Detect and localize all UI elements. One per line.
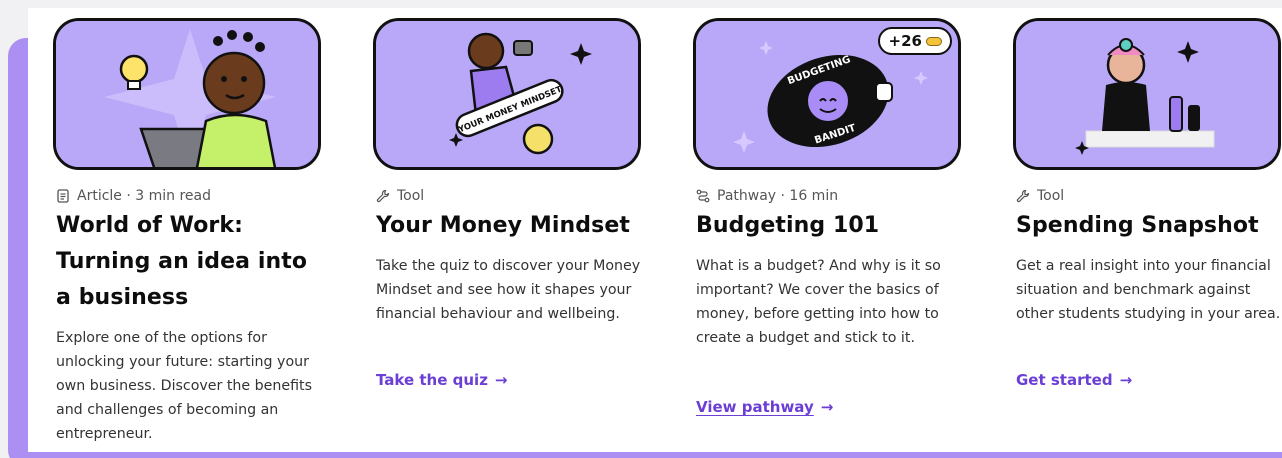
card-title[interactable]: World of Work: Turning an idea into a bu… bbox=[56, 208, 326, 316]
spending-snapshot-illustration bbox=[1016, 21, 1278, 167]
points-badge: +26 bbox=[877, 27, 952, 55]
card-image[interactable] bbox=[53, 18, 321, 170]
wrench-icon bbox=[376, 189, 390, 203]
card-title[interactable]: Spending Snapshot bbox=[1016, 208, 1282, 244]
get-started-link[interactable]: Get started → bbox=[1016, 371, 1132, 389]
card-title[interactable]: Your Money Mindset bbox=[376, 208, 646, 244]
entrepreneur-illustration bbox=[56, 21, 318, 167]
card-description: Explore one of the options for unlocking… bbox=[56, 330, 312, 442]
pathway-icon bbox=[696, 189, 710, 203]
points-badge-text: +26 bbox=[888, 32, 922, 50]
card-meta-text: Tool bbox=[397, 188, 425, 204]
cta-label: View pathway bbox=[696, 398, 814, 416]
card-description: Take the quiz to discover your Money Min… bbox=[376, 258, 641, 322]
card-meta-text: Tool bbox=[1037, 188, 1065, 204]
card-image[interactable] bbox=[1013, 18, 1281, 170]
arrow-right-icon: → bbox=[494, 371, 508, 389]
card-meta-text: Article · 3 min read bbox=[77, 188, 211, 204]
card-meta: Tool bbox=[376, 188, 424, 204]
take-quiz-link[interactable]: Take the quiz → bbox=[376, 371, 508, 389]
wrench-icon bbox=[1016, 189, 1030, 203]
cards-container: Article · 3 min read World of Work: Turn… bbox=[28, 8, 1282, 452]
money-mindset-illustration: YOUR MONEY MINDSET bbox=[376, 21, 638, 167]
card-meta: Article · 3 min read bbox=[56, 188, 211, 204]
view-pathway-link[interactable]: View pathway → bbox=[696, 398, 833, 416]
card-image[interactable]: YOUR MONEY MINDSET bbox=[373, 18, 641, 170]
document-icon bbox=[57, 189, 69, 203]
card-meta: Tool bbox=[1016, 188, 1064, 204]
coin-icon bbox=[926, 36, 942, 46]
card-description: Get a real insight into your financial s… bbox=[1016, 258, 1281, 322]
card-meta-text: Pathway · 16 min bbox=[717, 188, 839, 204]
cta-label: Take the quiz bbox=[376, 371, 488, 389]
card-title[interactable]: Budgeting 101 bbox=[696, 208, 966, 244]
arrow-right-icon: → bbox=[820, 398, 834, 416]
card-meta: Pathway · 16 min bbox=[696, 188, 838, 204]
card-image[interactable]: BUDGETING BANDIT +26 bbox=[693, 18, 961, 170]
arrow-right-icon: → bbox=[1119, 371, 1133, 389]
card-description: What is a budget? And why is it so impor… bbox=[696, 258, 941, 346]
cta-label: Get started bbox=[1016, 371, 1113, 389]
